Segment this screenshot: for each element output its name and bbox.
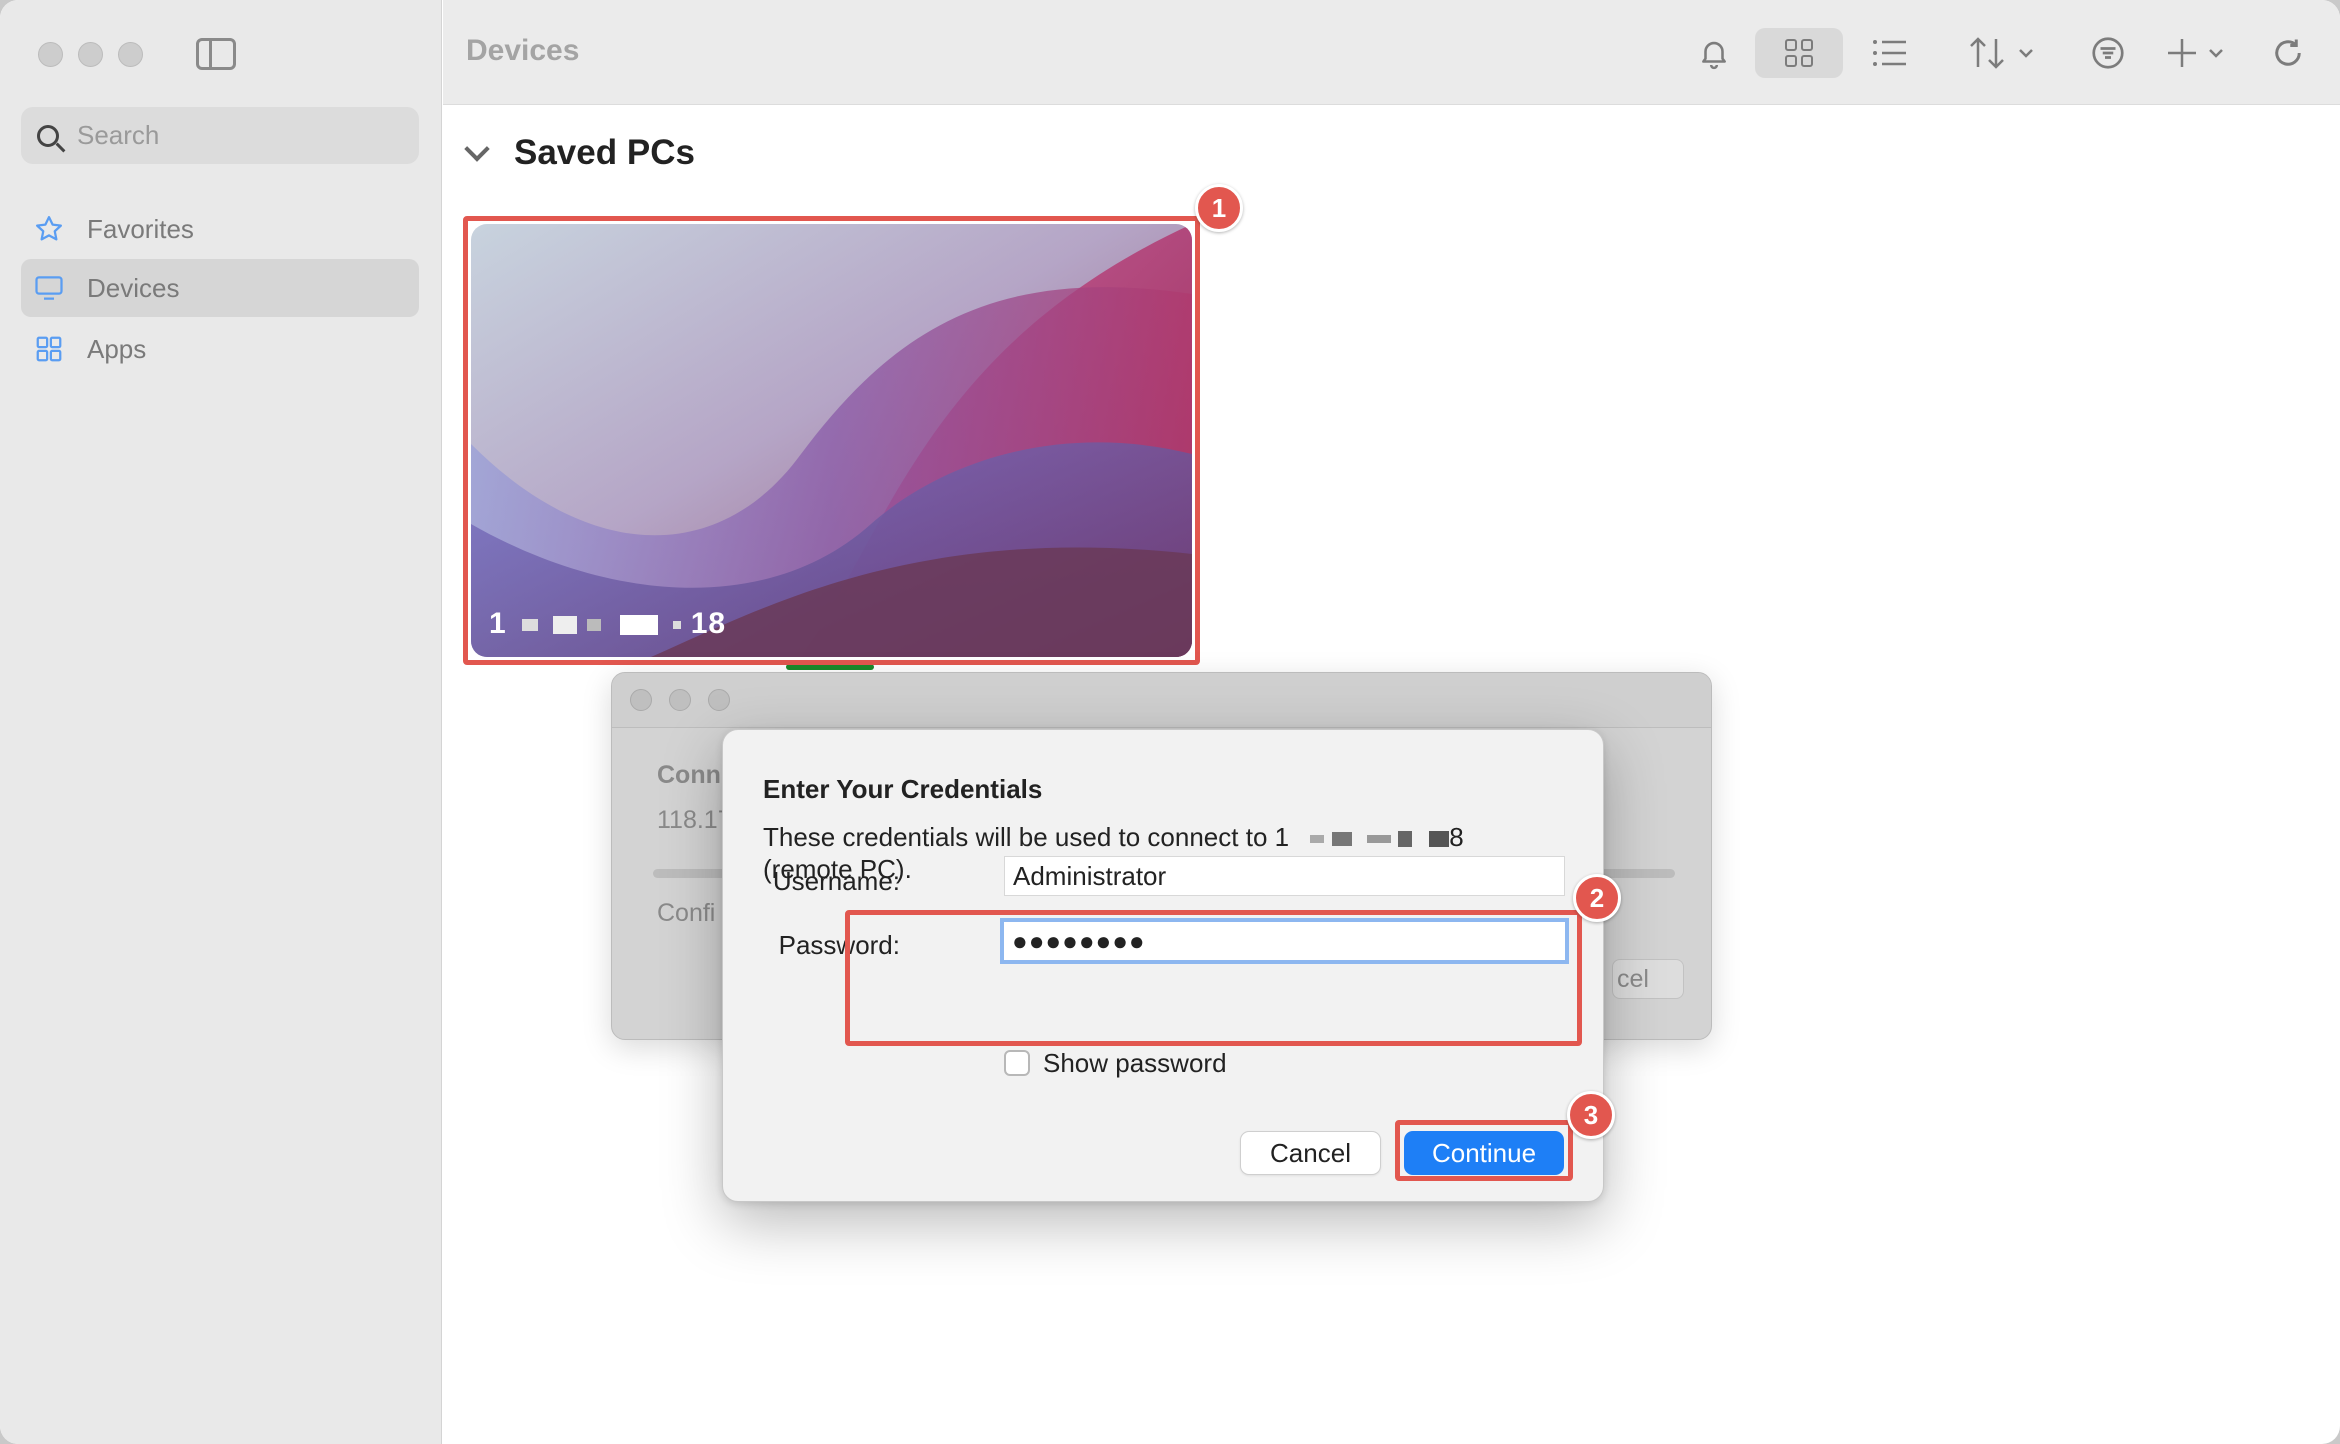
sidebar-item-favorites[interactable]: Favorites [21, 200, 419, 258]
star-icon [33, 213, 65, 245]
username-field[interactable] [1004, 856, 1565, 896]
annotation-badge-1: 1 [1195, 184, 1243, 232]
refresh-icon[interactable] [2265, 28, 2311, 78]
monitor-icon [33, 272, 65, 304]
show-password-label: Show password [1043, 1048, 1227, 1078]
search-icon [37, 124, 59, 147]
connecting-status: Confi [657, 899, 716, 927]
annotation-badge-2: 2 [1573, 874, 1621, 922]
close-window-button[interactable] [38, 42, 63, 67]
filter-icon[interactable] [2085, 28, 2131, 78]
page-title: Devices [466, 34, 580, 67]
redacted-block [1366, 835, 1391, 844]
add-icon[interactable] [2165, 28, 2237, 78]
bell-icon[interactable] [1691, 28, 1737, 78]
annotation-highlight-1 [463, 216, 1200, 665]
section-title: Saved PCs [514, 133, 695, 172]
redacted-block [1310, 835, 1325, 844]
minimize-window-button[interactable] [78, 42, 103, 67]
search-field[interactable] [21, 107, 419, 164]
sort-icon[interactable] [1965, 28, 2051, 78]
sidebar: Favorites Devices Apps [0, 0, 442, 1444]
apps-icon [33, 333, 65, 365]
toolbar: Devices [443, 0, 2340, 105]
saved-pcs-header[interactable]: Saved PCs [464, 133, 695, 173]
annotation-highlight-2 [845, 910, 1582, 1046]
sidebar-item-devices[interactable]: Devices [21, 259, 419, 317]
chevron-down-icon [464, 136, 490, 162]
search-input[interactable] [77, 120, 377, 151]
zoom-window-button[interactable] [118, 42, 143, 67]
annotation-highlight-3 [1395, 1120, 1573, 1181]
dialog-title: Enter Your Credentials [763, 774, 1043, 804]
close-window-button[interactable] [630, 689, 652, 711]
sidebar-item-label: Favorites [87, 213, 194, 244]
list-view-icon[interactable] [1865, 28, 1915, 78]
sidebar-item-apps[interactable]: Apps [21, 320, 419, 378]
annotation-badge-3: 3 [1567, 1091, 1615, 1139]
grid-view-icon[interactable] [1755, 28, 1843, 78]
show-password-checkbox[interactable] [1004, 1050, 1030, 1076]
connecting-title: Conn [657, 761, 721, 789]
redacted-block [1429, 831, 1450, 848]
window-controls [38, 42, 143, 67]
zoom-window-button[interactable] [708, 689, 730, 711]
redacted-block [1331, 832, 1352, 847]
cancel-button[interactable]: Cancel [1240, 1131, 1381, 1175]
connecting-address: 118.17 [657, 806, 732, 834]
redacted-block [1398, 831, 1413, 848]
minimize-window-button[interactable] [669, 689, 691, 711]
sidebar-item-label: Apps [87, 333, 147, 364]
connecting-window-titlebar [612, 673, 1711, 728]
app-window: Favorites Devices Apps Devices [0, 0, 2340, 1444]
connecting-cancel-button[interactable]: cel [1612, 959, 1684, 999]
sidebar-item-label: Devices [87, 272, 180, 303]
username-label: Username: [772, 866, 900, 896]
sidebar-toggle-icon[interactable] [196, 38, 236, 70]
